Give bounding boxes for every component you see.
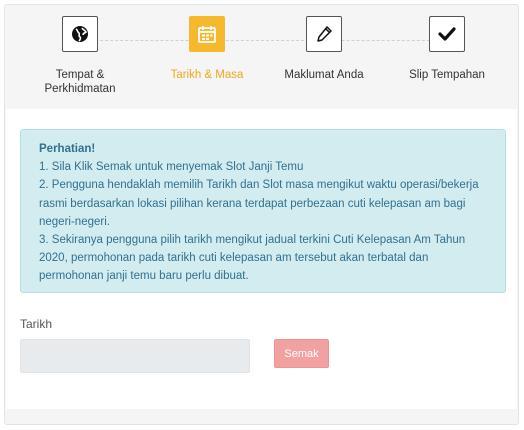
notice-line: 1. Sila Klik Semak untuk menyemak Slot J… bbox=[39, 161, 304, 174]
notice-title: Perhatian! bbox=[39, 143, 96, 155]
step-label: Slip Tempahan bbox=[409, 69, 485, 81]
date-label: Tarikh bbox=[20, 317, 53, 331]
step-place-service[interactable]: Tempat & Perkhidmatan bbox=[20, 16, 140, 96]
step-label: Tempat & bbox=[55, 69, 105, 81]
calendar-icon bbox=[189, 16, 225, 52]
check-icon bbox=[429, 16, 465, 52]
booking-card: Tempat & Perkhidmatan Tarikh & Masa Makl… bbox=[4, 4, 519, 425]
check-button[interactable]: Semak bbox=[274, 339, 329, 368]
step-label-secondary: Perkhidmatan bbox=[44, 83, 116, 95]
main-content: Perhatian! 1. Sila Klik Semak untuk meny… bbox=[6, 109, 517, 409]
step-your-details[interactable]: Maklumat Anda bbox=[264, 16, 384, 82]
globe-icon bbox=[62, 16, 98, 52]
step-label: Tarikh & Masa bbox=[170, 69, 244, 81]
notice-line: 2. Pengguna hendaklah memilih Tarikh dan… bbox=[39, 179, 479, 228]
step-date-time[interactable]: Tarikh & Masa bbox=[147, 16, 267, 82]
step-booking-slip[interactable]: Slip Tempahan bbox=[387, 16, 507, 82]
notice-alert: Perhatian! 1. Sila Klik Semak untuk meny… bbox=[20, 129, 506, 293]
progress-stepper: Tempat & Perkhidmatan Tarikh & Masa Makl… bbox=[5, 5, 518, 109]
notice-line: 3. Sekiranya pengguna pilih tarikh mengi… bbox=[39, 234, 466, 283]
date-input[interactable] bbox=[20, 339, 250, 373]
step-label: Maklumat Anda bbox=[284, 69, 364, 81]
pencil-icon bbox=[306, 16, 342, 52]
